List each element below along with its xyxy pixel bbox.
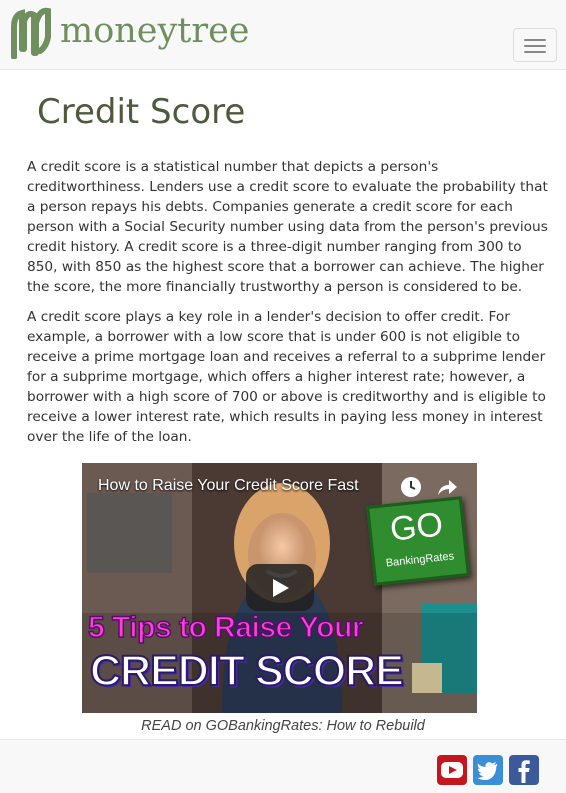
thumbnail-subheadline: CREDIT SCORE bbox=[89, 646, 405, 696]
clock-icon[interactable] bbox=[400, 476, 422, 498]
footer bbox=[0, 739, 566, 793]
video-title[interactable]: How to Raise Your Credit Score Fast bbox=[98, 477, 359, 495]
thumbnail-headline: 5 Tips to Raise Your bbox=[87, 610, 364, 645]
youtube-link[interactable] bbox=[437, 755, 467, 785]
logo[interactable]: moneytree bbox=[10, 7, 250, 59]
facebook-link[interactable] bbox=[509, 755, 539, 785]
logo-text: moneytree bbox=[60, 10, 250, 51]
page-title: Credit Score bbox=[37, 92, 246, 132]
navbar: moneytree bbox=[0, 0, 566, 70]
play-icon bbox=[273, 579, 289, 597]
moneytree-logo-icon bbox=[11, 7, 51, 59]
video-player[interactable]: How to Raise Your Credit Score Fast GO B… bbox=[82, 463, 477, 713]
badge-brand-text: BankingRates bbox=[385, 550, 455, 570]
facebook-icon bbox=[518, 760, 530, 783]
share-icon[interactable] bbox=[436, 477, 458, 497]
twitter-link[interactable] bbox=[473, 755, 503, 785]
menu-toggle-button[interactable] bbox=[513, 28, 557, 62]
twitter-icon bbox=[477, 762, 498, 780]
body-paragraph: A credit score is a statistical number t… bbox=[27, 159, 548, 295]
youtube-icon bbox=[441, 762, 463, 778]
gobankingrates-badge: GO BankingRates bbox=[366, 496, 470, 586]
video-caption[interactable]: READ on GOBankingRates: How to Rebuild bbox=[0, 718, 566, 734]
play-button[interactable] bbox=[246, 564, 314, 611]
body-paragraph: A credit score plays a key role in a len… bbox=[27, 309, 546, 445]
badge-go-text: GO bbox=[388, 505, 445, 549]
